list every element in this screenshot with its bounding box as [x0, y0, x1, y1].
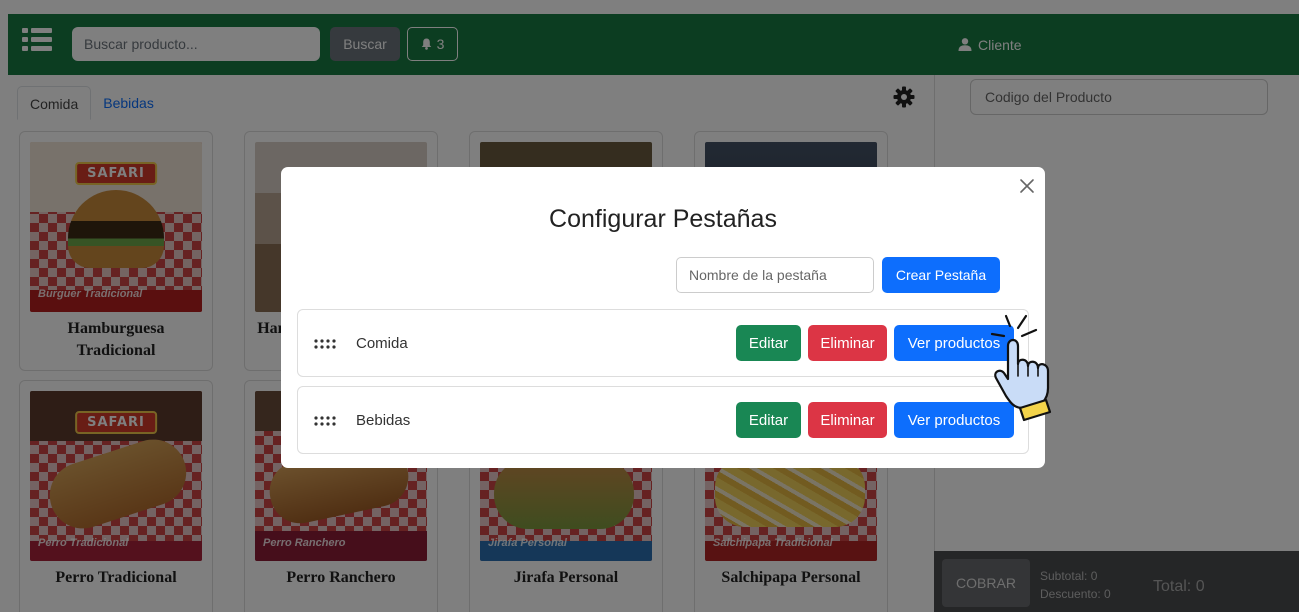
tab-row-bebidas: Bebidas Editar Eliminar Ver productos — [297, 386, 1029, 454]
pointing-hand-cursor-icon — [990, 314, 1052, 422]
close-icon[interactable] — [1019, 178, 1035, 194]
delete-button[interactable]: Eliminar — [808, 325, 887, 361]
edit-button[interactable]: Editar — [736, 325, 801, 361]
drag-handle-icon[interactable] — [314, 339, 338, 349]
tab-row-label: Bebidas — [356, 412, 411, 429]
configure-tabs-modal: Configurar Pestañas Crear Pestaña Comida… — [281, 167, 1045, 468]
tab-name-input[interactable] — [676, 257, 874, 293]
tab-row-label: Comida — [356, 335, 408, 352]
create-tab-button[interactable]: Crear Pestaña — [882, 257, 1000, 293]
edit-button[interactable]: Editar — [736, 402, 801, 438]
drag-handle-icon[interactable] — [314, 416, 338, 426]
delete-button[interactable]: Eliminar — [808, 402, 887, 438]
tab-row-comida: Comida Editar Eliminar Ver productos — [297, 309, 1029, 377]
modal-title: Configurar Pestañas — [549, 205, 777, 233]
